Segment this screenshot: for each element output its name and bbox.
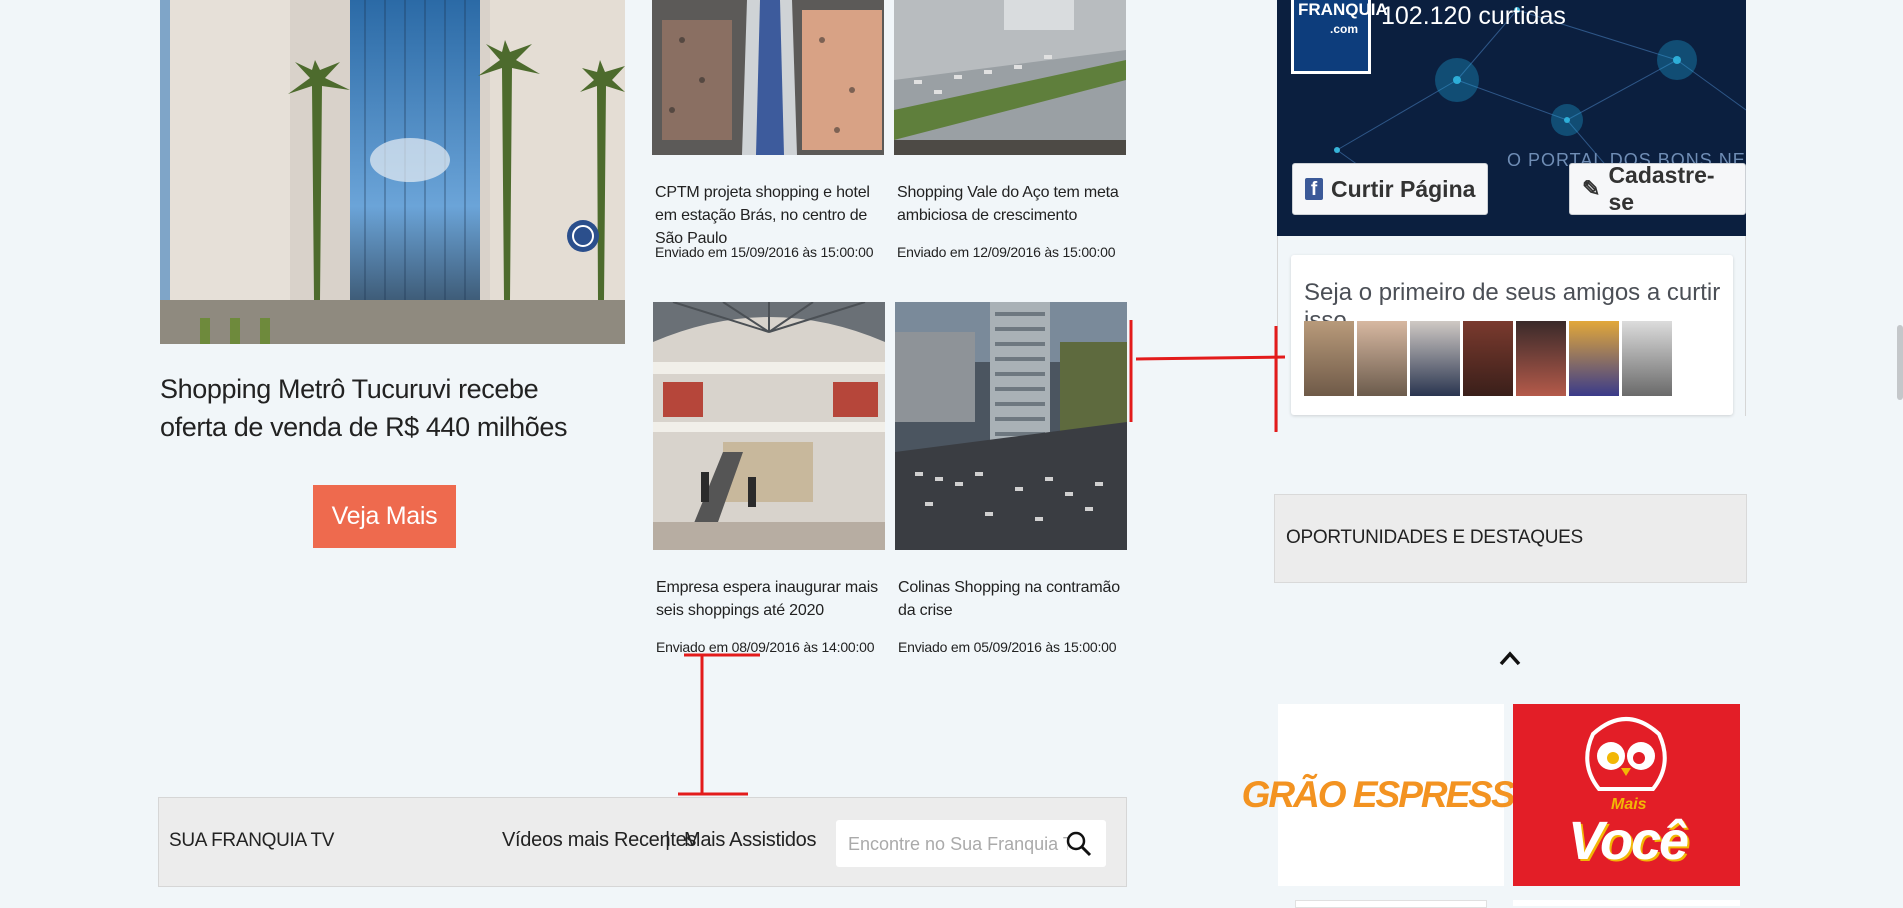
scrollbar-thumb[interactable] (1897, 325, 1903, 400)
friend-avatar[interactable] (1304, 321, 1354, 396)
friend-avatar[interactable] (1622, 321, 1672, 396)
facebook-widget-border (1277, 236, 1278, 431)
friend-avatar[interactable] (1410, 321, 1460, 396)
search-icon[interactable] (1066, 831, 1092, 857)
tv-title: SUA FRANQUIA TV (169, 830, 335, 851)
featured-image[interactable] (160, 0, 625, 344)
friend-avatar[interactable] (1516, 321, 1566, 396)
friend-avatar[interactable] (1463, 321, 1513, 396)
signup-label: Cadastre-se (1608, 162, 1715, 215)
like-page-label: Curtir Página (1331, 175, 1476, 202)
facebook-cover[interactable]: FRANQUIA .com 102.120 curtidas O PORTAL … (1277, 0, 1746, 236)
like-page-button[interactable]: f Curtir Página (1292, 163, 1489, 215)
friend-avatar[interactable] (1357, 321, 1407, 396)
tv-search-input[interactable] (836, 820, 1070, 869)
likes-count: 102.120 curtidas (1381, 2, 1566, 30)
page-logo-suffix: .com (1330, 22, 1359, 36)
article-date: Enviado em 12/09/2016 às 15:00:00 (897, 244, 1116, 260)
featured-title[interactable]: Shopping Metrô Tucuruvi recebe oferta de… (160, 370, 600, 446)
ad-bottom-edge (1513, 900, 1740, 906)
article-date: Enviado em 05/09/2016 às 15:00:00 (898, 639, 1117, 655)
facebook-social-box: Seja o primeiro de seus amigos a curtir … (1291, 255, 1733, 415)
article-date: Enviado em 08/09/2016 às 14:00:00 (656, 639, 875, 655)
article-title[interactable]: CPTM projeta shopping e hotel em estação… (655, 181, 885, 250)
grao-espresso-ad[interactable]: GRÃO ESPRESSO (1242, 704, 1542, 886)
grao-espresso-logo: GRÃO ESPRESSO (1241, 774, 1543, 815)
article-title[interactable]: Empresa espera inaugurar mais seis shopp… (656, 576, 886, 622)
most-watched-link[interactable]: Mais Assistidos (684, 829, 817, 852)
article-date: Enviado em 15/09/2016 às 15:00:00 (655, 244, 874, 260)
article-image[interactable] (652, 0, 884, 155)
facebook-widget-border (1745, 236, 1746, 416)
pencil-icon: ✎ (1582, 176, 1601, 201)
article-image[interactable] (653, 302, 885, 550)
article-title[interactable]: Colinas Shopping na contramão da crise (898, 576, 1123, 622)
ad-bottom-edge (1295, 900, 1487, 908)
page-logo-text: FRANQUIA (1298, 0, 1388, 19)
article-title[interactable]: Shopping Vale do Aço tem meta ambiciosa … (897, 181, 1122, 227)
page-logo[interactable]: FRANQUIA .com (1291, 0, 1388, 74)
tv-link-separator: | (665, 829, 670, 851)
chevron-up-icon[interactable] (1498, 648, 1522, 668)
signup-button[interactable]: ✎ Cadastre-se (1569, 162, 1746, 215)
article-image[interactable] (895, 302, 1127, 550)
facebook-icon: f (1305, 178, 1323, 200)
sua-franquia-tv-bar: SUA FRANQUIA TV Vídeos mais Recentes | M… (158, 797, 1127, 887)
mais-voce-big-text: Você (1568, 811, 1689, 871)
article-image[interactable] (894, 0, 1126, 155)
page: { "featured": { "title": "Shopping Metrô… (0, 0, 1903, 908)
opportunities-panel: OPORTUNIDADES E DESTAQUES (1274, 494, 1747, 583)
veja-mais-button[interactable]: Veja Mais (313, 485, 456, 548)
mais-voce-ad[interactable]: Mais Você (1513, 704, 1740, 886)
friend-avatar[interactable] (1569, 321, 1619, 396)
opportunities-title: OPORTUNIDADES E DESTAQUES (1286, 527, 1583, 548)
tv-search-box (836, 820, 1106, 869)
